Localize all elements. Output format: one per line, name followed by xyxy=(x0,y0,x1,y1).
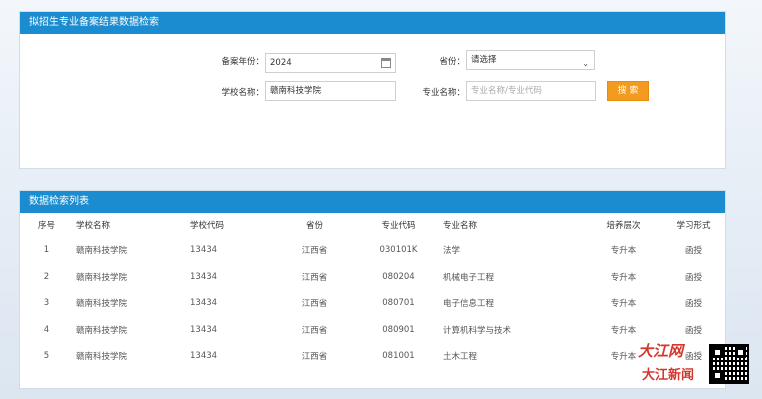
table-row: 4 赣南科技学院 13434 江西省 080901 计算机科学与技术 专升本 函… xyxy=(20,317,725,344)
news-watermark-logo: 大江网 大江新闻 xyxy=(638,340,710,388)
year-label: 备案年份： xyxy=(221,57,264,67)
province-label: 省份： xyxy=(439,57,465,67)
cell-major-code: 080901 xyxy=(382,324,415,335)
cell-index: 1 xyxy=(43,245,50,256)
watermark-line2: 大江新闻 xyxy=(642,368,695,383)
cell-major-code: 030101K xyxy=(379,245,418,256)
cell-major-name: 土木工程 xyxy=(443,352,478,363)
cell-school-code: 13434 xyxy=(190,351,218,362)
results-panel: 数据检索列表 序号 学校名称 学校代码 省份 专业代码 专业名称 培养层次 学习… xyxy=(19,190,726,389)
cell-index: 3 xyxy=(43,298,50,309)
table-row: 3 赣南科技学院 13434 江西省 080701 电子信息工程 专升本 函授 xyxy=(20,290,725,317)
cell-major-name: 法学 xyxy=(443,246,461,257)
cell-major-code: 080204 xyxy=(382,271,415,282)
cell-school-name: 赣南科技学院 xyxy=(76,325,128,336)
school-label: 学校名称： xyxy=(221,88,264,98)
results-panel-title: 数据检索列表 xyxy=(20,191,725,213)
cell-school-name: 赣南科技学院 xyxy=(76,352,128,363)
major-label: 专业名称： xyxy=(422,88,465,98)
qr-finder-top-right xyxy=(735,347,746,358)
col-level: 培养层次 xyxy=(606,221,641,231)
cell-major-name: 电子信息工程 xyxy=(443,299,495,310)
cell-province: 江西省 xyxy=(301,299,328,310)
cell-study-mode: 函授 xyxy=(684,272,702,283)
cell-major-name: 计算机科学与技术 xyxy=(443,325,512,336)
cell-level: 专升本 xyxy=(610,299,637,310)
cell-index: 5 xyxy=(43,351,50,362)
cell-school-code: 13434 xyxy=(190,298,218,309)
year-value: 2024 xyxy=(270,58,292,68)
cell-index: 2 xyxy=(43,271,50,282)
cell-major-name: 机械电子工程 xyxy=(443,272,495,283)
cell-province: 江西省 xyxy=(301,246,328,257)
cell-study-mode: 函授 xyxy=(684,246,702,257)
province-value: 请选择 xyxy=(471,55,497,65)
col-school-name: 学校名称 xyxy=(76,221,111,231)
cell-school-name: 赣南科技学院 xyxy=(76,299,128,310)
cell-school-name: 赣南科技学院 xyxy=(76,246,128,257)
col-major-name: 专业名称 xyxy=(443,221,478,231)
cell-school-code: 13434 xyxy=(190,245,218,256)
col-study-mode: 学习形式 xyxy=(676,221,711,231)
cell-major-code: 081001 xyxy=(382,351,415,362)
major-input[interactable]: 专业名称/专业代码 xyxy=(466,81,596,101)
year-field[interactable]: 2024 xyxy=(265,53,396,73)
qr-finder-top-left xyxy=(712,347,723,358)
cell-school-code: 13434 xyxy=(190,324,218,335)
table-row: 5 赣南科技学院 13434 江西省 081001 土木工程 专升本 函授 xyxy=(20,343,725,370)
col-school-code: 学校代码 xyxy=(190,221,225,231)
cell-major-code: 080701 xyxy=(382,298,415,309)
cell-study-mode: 函授 xyxy=(684,299,702,310)
province-select[interactable]: 请选择 ⌄ xyxy=(466,50,595,70)
cell-school-name: 赣南科技学院 xyxy=(76,272,128,283)
table-header-row: 序号 学校名称 学校代码 省份 专业代码 专业名称 培养层次 学习形式 xyxy=(20,213,725,237)
major-placeholder: 专业名称/专业代码 xyxy=(471,86,542,96)
school-value: 赣南科技学院 xyxy=(270,86,322,96)
search-panel-title: 拟招生专业备案结果数据检索 xyxy=(20,12,725,34)
cell-level: 专升本 xyxy=(610,272,637,283)
cell-level: 专升本 xyxy=(610,246,637,257)
cell-school-code: 13434 xyxy=(190,271,218,282)
cell-province: 江西省 xyxy=(301,352,328,363)
results-table: 序号 学校名称 学校代码 省份 专业代码 专业名称 培养层次 学习形式 1 赣南… xyxy=(20,213,725,370)
qr-finder-bottom-left xyxy=(712,370,723,381)
cell-province: 江西省 xyxy=(301,272,328,283)
cell-province: 江西省 xyxy=(301,325,328,336)
qr-code-image xyxy=(709,344,749,384)
table-row: 1 赣南科技学院 13434 江西省 030101K 法学 专升本 函授 xyxy=(20,237,725,264)
chevron-down-icon: ⌄ xyxy=(582,59,589,68)
calendar-icon[interactable] xyxy=(381,58,391,68)
table-row: 2 赣南科技学院 13434 江西省 080204 机械电子工程 专升本 函授 xyxy=(20,264,725,291)
school-field[interactable]: 赣南科技学院 xyxy=(265,81,396,101)
watermark-line1: 大江网 xyxy=(638,342,684,360)
col-index: 序号 xyxy=(37,221,55,231)
search-button[interactable]: 搜 索 xyxy=(607,81,649,101)
col-major-code: 专业代码 xyxy=(381,221,416,231)
search-panel: 拟招生专业备案结果数据检索 备案年份： 2024 省份： 请选择 ⌄ 学校名称：… xyxy=(19,11,726,169)
cell-index: 4 xyxy=(43,324,50,335)
col-province: 省份 xyxy=(305,221,323,231)
